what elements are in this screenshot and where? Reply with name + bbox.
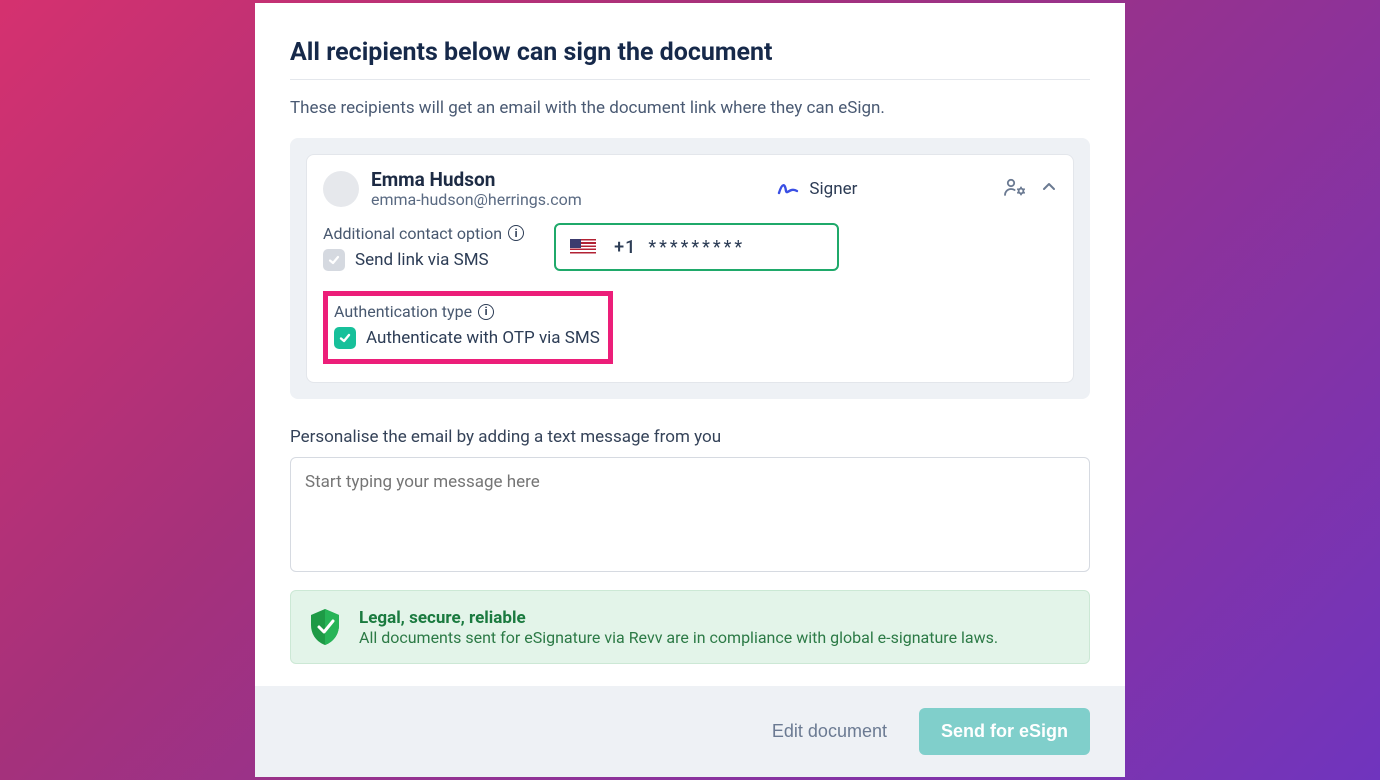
authentication-label: Authentication type i xyxy=(334,302,600,321)
authentication-block: Authentication type i Authenticate with … xyxy=(323,291,613,364)
modal-description: These recipients will get an email with … xyxy=(290,98,1090,118)
auth-otp-checkbox-row[interactable]: Authenticate with OTP via SMS xyxy=(334,327,600,349)
recipient-name: Emma Hudson xyxy=(371,169,582,191)
edit-document-button[interactable]: Edit document xyxy=(772,721,887,742)
avatar xyxy=(323,171,359,207)
additional-contact-label: Additional contact option i xyxy=(323,224,524,243)
phone-country-code: +1 xyxy=(614,237,636,258)
modal-title: All recipients below can sign the docume… xyxy=(290,38,1090,67)
recipient-email: emma-hudson@herrings.com xyxy=(371,191,582,209)
recipients-panel: Emma Hudson emma-hudson@herrings.com Sig… xyxy=(290,138,1090,399)
esign-send-modal: All recipients below can sign the docume… xyxy=(255,3,1125,777)
personalise-label: Personalise the email by adding a text m… xyxy=(290,427,1090,447)
contact-options-row: Additional contact option i Send link vi… xyxy=(323,223,1057,271)
message-textarea[interactable] xyxy=(290,457,1090,572)
auth-otp-label: Authenticate with OTP via SMS xyxy=(366,328,600,348)
send-for-esign-button[interactable]: Send for eSign xyxy=(919,708,1090,755)
recipient-card: Emma Hudson emma-hudson@herrings.com Sig… xyxy=(306,154,1074,383)
shield-check-icon xyxy=(307,607,343,647)
recipient-identity: Emma Hudson emma-hudson@herrings.com xyxy=(323,169,582,209)
modal-footer: Edit document Send for eSign xyxy=(255,686,1125,777)
collapse-icon[interactable] xyxy=(1041,179,1057,199)
us-flag-icon xyxy=(570,239,596,255)
additional-contact-block: Additional contact option i Send link vi… xyxy=(323,224,524,271)
recipient-role-label: Signer xyxy=(809,179,857,199)
send-sms-label: Send link via SMS xyxy=(355,250,489,270)
divider xyxy=(290,79,1090,80)
info-icon[interactable]: i xyxy=(478,304,494,320)
recipient-header: Emma Hudson emma-hudson@herrings.com Sig… xyxy=(323,169,1057,209)
recipient-settings-icon[interactable] xyxy=(1003,177,1027,201)
legal-banner: Legal, secure, reliable All documents se… xyxy=(290,590,1090,664)
send-sms-checkbox-row[interactable]: Send link via SMS xyxy=(323,249,524,271)
auth-otp-checkbox[interactable] xyxy=(334,327,356,349)
recipient-actions xyxy=(1003,177,1057,201)
phone-number-masked: ********* xyxy=(648,237,745,258)
legal-title: Legal, secure, reliable xyxy=(359,608,998,628)
send-sms-checkbox[interactable] xyxy=(323,249,345,271)
info-icon[interactable]: i xyxy=(508,225,524,241)
phone-input[interactable]: +1 ********* xyxy=(554,223,839,271)
legal-text: All documents sent for eSignature via Re… xyxy=(359,628,998,647)
signature-icon xyxy=(777,181,799,197)
recipient-role: Signer xyxy=(777,179,857,199)
